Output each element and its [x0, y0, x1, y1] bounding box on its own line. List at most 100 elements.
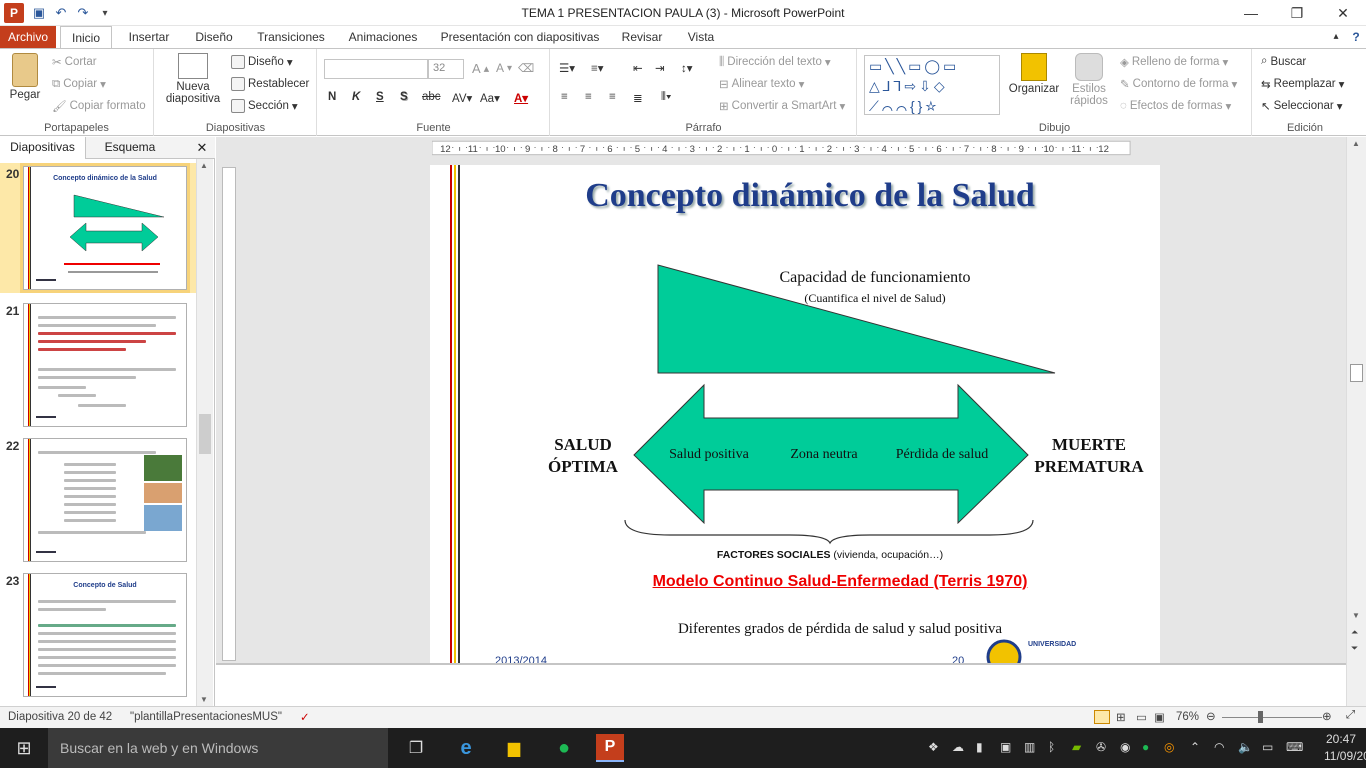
shapes-gallery[interactable]: ▭╲╲▭◯▭ △⅃⅂⇨⇩◇ ⟋⌒⌒{}☆: [864, 55, 1000, 115]
pegar-button[interactable]: Pegar: [6, 53, 44, 101]
seleccionar-button[interactable]: ↖ Seleccionar ▾: [1261, 99, 1343, 113]
thumbnail-row[interactable]: 22: [0, 435, 196, 565]
tab-inicio[interactable]: Inicio: [60, 26, 112, 49]
chrome-icon[interactable]: ◉: [1120, 740, 1130, 754]
tray-icon[interactable]: ▥: [1024, 740, 1035, 754]
next-slide-icon[interactable]: ⏷: [1351, 643, 1358, 654]
tab-archivo[interactable]: Archivo: [0, 26, 56, 48]
zoom-out-icon[interactable]: ⊖: [1206, 709, 1216, 723]
editor-scrollbar[interactable]: ▲ ▼ ⏶ ⏷: [1346, 137, 1366, 706]
organizar-button[interactable]: Organizar: [1006, 53, 1062, 95]
slide-thumbnail[interactable]: Concepto dinámico de la Salud: [20, 163, 190, 293]
view-normal-icon[interactable]: [1094, 710, 1110, 724]
view-slideshow-icon[interactable]: ▣: [1154, 710, 1165, 724]
scroll-down-icon[interactable]: ▼: [200, 695, 208, 704]
tab-transiciones[interactable]: Transiciones: [250, 26, 332, 48]
thumbnail-row[interactable]: 21: [0, 300, 196, 430]
contorno-forma-button[interactable]: ✎ Contorno de forma ▾: [1120, 77, 1237, 91]
tray-icon[interactable]: ✇: [1096, 740, 1106, 754]
seccion-button[interactable]: Sección ▾: [231, 99, 298, 113]
cloud-icon[interactable]: ☁: [952, 740, 964, 754]
increase-indent-icon[interactable]: ⇥: [655, 61, 665, 75]
font-color-icon[interactable]: A▾: [514, 91, 528, 105]
help-icon[interactable]: ?: [1348, 26, 1364, 48]
restablecer-button[interactable]: Restablecer: [231, 77, 309, 91]
tab-animaciones[interactable]: Animaciones: [340, 26, 426, 48]
view-reading-icon[interactable]: ▭: [1136, 710, 1147, 724]
spellcheck-icon[interactable]: ✓: [300, 710, 310, 724]
slide-thumbnail[interactable]: Concepto de Salud: [23, 573, 187, 697]
thumbnail-row[interactable]: 20 Concepto dinámico de la Salud: [0, 163, 196, 293]
pane-scroll-thumb[interactable]: [199, 414, 211, 454]
tab-presentacion[interactable]: Presentación con diapositivas: [434, 26, 606, 48]
task-view-icon[interactable]: ❐: [402, 734, 430, 762]
zoom-slider-thumb[interactable]: [1258, 711, 1263, 723]
tray-icon[interactable]: ▣: [1000, 740, 1011, 754]
scroll-up-icon[interactable]: ▲: [1352, 139, 1360, 148]
nueva-diapositiva-button[interactable]: Nueva diapositiva: [161, 53, 225, 105]
notifications-icon[interactable]: ▭: [1262, 740, 1273, 754]
clock-time[interactable]: 20:47: [1326, 732, 1356, 746]
copiar-formato-button[interactable]: 🖌 Copiar formato: [52, 99, 146, 113]
clear-format-icon[interactable]: ⌫: [518, 61, 534, 75]
font-size-combo[interactable]: 32: [428, 59, 464, 79]
keyboard-icon[interactable]: ⌨: [1286, 740, 1303, 754]
tab-insertar[interactable]: Insertar: [120, 26, 178, 48]
editor-scroll-thumb[interactable]: [1350, 364, 1363, 382]
align-center-icon[interactable]: ≡: [585, 91, 592, 103]
efectos-formas-button[interactable]: ◌ Efectos de formas ▾: [1120, 99, 1231, 113]
estilos-rapidos-button[interactable]: Estilos rápidos: [1064, 53, 1114, 107]
align-right-icon[interactable]: ≡: [609, 91, 616, 103]
taskbar-search[interactable]: Buscar en la web y en Windows: [48, 728, 388, 768]
columns-icon[interactable]: ⫴▾: [661, 91, 671, 104]
bullets-icon[interactable]: ☰▾: [559, 61, 575, 75]
copiar-button[interactable]: ⧉ Copiar ▾: [52, 77, 106, 92]
notes-pane[interactable]: [216, 663, 1346, 706]
close-pane-icon[interactable]: ✕: [192, 138, 212, 158]
align-left-icon[interactable]: ≡: [561, 91, 568, 103]
font-name-combo[interactable]: [324, 59, 428, 79]
zoom-in-icon[interactable]: ⊕: [1322, 709, 1332, 723]
fit-slide-icon[interactable]: ⤢: [1346, 709, 1355, 722]
maximize-icon[interactable]: ❐: [1274, 0, 1320, 26]
tab-diseno[interactable]: Diseño: [186, 26, 242, 48]
theme-name[interactable]: "plantillaPresentacionesMUS": [130, 711, 282, 723]
tab-esquema[interactable]: Esquema: [86, 137, 174, 159]
line-spacing-icon[interactable]: ↕▾: [681, 61, 693, 75]
shrink-font-icon[interactable]: A ▾: [496, 61, 512, 75]
spotify-icon[interactable]: ●: [550, 734, 578, 762]
tray-icon[interactable]: ▮: [976, 740, 983, 754]
windows-start-icon[interactable]: ⊞: [10, 734, 38, 762]
vertical-ruler[interactable]: [222, 167, 236, 661]
tab-vista[interactable]: Vista: [678, 26, 724, 48]
tab-revisar[interactable]: Revisar: [614, 26, 670, 48]
clock-date[interactable]: 11/09/20: [1324, 749, 1366, 763]
tray-icon[interactable]: ◎: [1164, 740, 1174, 754]
alinear-texto-button[interactable]: ⊟ Alinear texto ▾: [719, 77, 804, 91]
strikethrough-button[interactable]: abc: [422, 91, 441, 103]
scroll-up-icon[interactable]: ▲: [200, 161, 208, 170]
relleno-forma-button[interactable]: ◈ Relleno de forma ▾: [1120, 55, 1228, 69]
chevron-up-icon[interactable]: ⌃: [1190, 740, 1200, 754]
pane-scrollbar[interactable]: ▲ ▼: [196, 159, 213, 706]
shadow-button[interactable]: S: [400, 91, 408, 103]
diseno-button[interactable]: Diseño ▾: [231, 55, 293, 69]
decrease-indent-icon[interactable]: ⇤: [633, 61, 643, 75]
convertir-smartart-button[interactable]: ⊞ Convertir a SmartArt ▾: [719, 99, 845, 113]
dropbox-icon[interactable]: ❖: [928, 740, 939, 754]
powerpoint-taskbar-icon[interactable]: P: [596, 734, 624, 762]
slide-thumbnail[interactable]: [23, 438, 187, 562]
tab-diapositivas[interactable]: Diapositivas: [0, 137, 86, 159]
view-sorter-icon[interactable]: ⊞: [1116, 710, 1126, 724]
numbering-icon[interactable]: ≡▾: [591, 61, 603, 75]
scroll-down-icon[interactable]: ▼: [1352, 611, 1360, 620]
edge-icon[interactable]: e: [452, 734, 480, 762]
volume-icon[interactable]: 🔈: [1238, 740, 1253, 754]
close-icon[interactable]: ✕: [1320, 0, 1366, 26]
thumbnail-row[interactable]: 23 Concepto de Salud: [0, 570, 196, 700]
minimize-ribbon-icon[interactable]: ▴: [1328, 26, 1344, 48]
nvidia-icon[interactable]: ▰: [1072, 740, 1081, 754]
spacing-icon[interactable]: AV▾: [452, 91, 472, 105]
file-explorer-icon[interactable]: ▆: [500, 734, 528, 762]
cortar-button[interactable]: ✂ Cortar: [52, 55, 97, 69]
